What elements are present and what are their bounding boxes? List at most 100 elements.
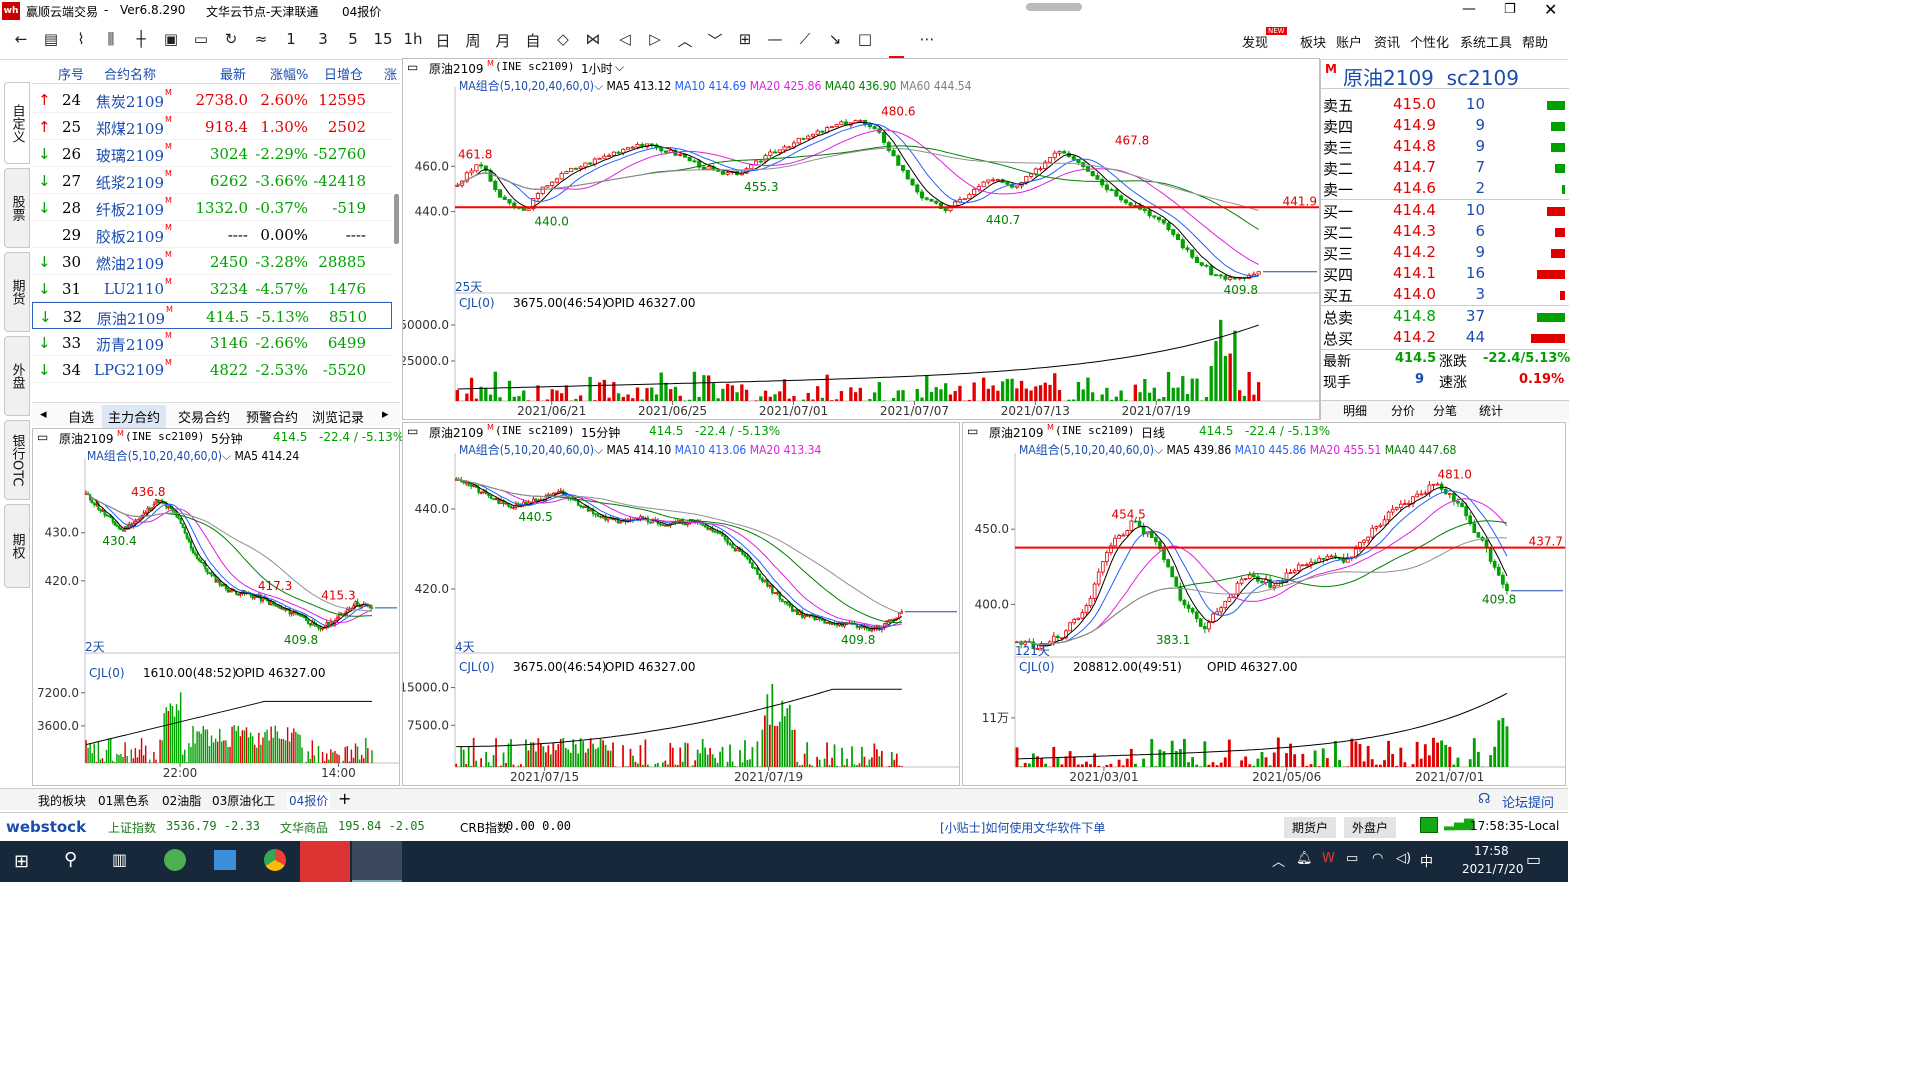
order-book-row[interactable]: 卖三 414.8 9 bbox=[1321, 136, 1569, 157]
table-row[interactable]: ↓ 27 纸浆2109 M 6262 -3.66% -42418 bbox=[32, 167, 392, 194]
quote-tab-stats[interactable]: 统计 bbox=[1479, 402, 1503, 419]
wh6-app-icon[interactable] bbox=[352, 841, 402, 882]
chart-menu-icon[interactable]: ▭ bbox=[967, 424, 978, 438]
tray-wps-icon[interactable]: W bbox=[1322, 851, 1335, 866]
row-name[interactable]: LU2110 bbox=[94, 280, 164, 298]
search-icon[interactable]: ⚲ bbox=[64, 849, 77, 870]
table-row[interactable]: ↓ 32 原油2109 M 414.5 -5.13% 8510 bbox=[32, 302, 392, 329]
order-book-row[interactable]: 买四 414.1 16 bbox=[1321, 263, 1569, 284]
subtab-trading-contracts[interactable]: 交易合约 bbox=[178, 407, 230, 426]
ime-indicator[interactable]: 中 bbox=[1420, 851, 1433, 870]
table-row[interactable]: ↓ 28 纤板2109 M 1332.0 -0.37% -519 bbox=[32, 194, 392, 221]
menu-personalize[interactable]: 个性化 bbox=[1410, 32, 1449, 51]
layout-grid-icon[interactable]: ⊞ bbox=[734, 30, 756, 48]
slant-tool-icon[interactable]: ↘ bbox=[824, 30, 846, 48]
row-name[interactable]: 焦炭2109 bbox=[94, 91, 164, 112]
tray-bell-icon[interactable]: 🔔︎ bbox=[1296, 851, 1313, 866]
col-chg[interactable]: 涨幅% bbox=[270, 64, 308, 83]
table-row[interactable]: ↑ 24 焦炭2109 M 2738.0 2.60% 12595 bbox=[32, 86, 392, 113]
chart-5m-canvas[interactable]: 430.0 420.0 436.8 430.4 417.3 415.3 409.8 2天 CJL… bbox=[33, 445, 399, 785]
col-oi[interactable]: 日增仓 bbox=[324, 64, 363, 83]
vtab-custom[interactable]: 自定义 bbox=[4, 82, 30, 164]
more-icon[interactable]: ⋯ bbox=[916, 30, 938, 48]
subtab-alert-contracts[interactable]: 预警合约 bbox=[246, 407, 298, 426]
row-name[interactable]: 胶板2109 bbox=[94, 226, 164, 247]
table-row[interactable]: ↓ 30 燃油2109 M 2450 -3.28% 28885 bbox=[32, 248, 392, 275]
add-board-button[interactable]: + bbox=[338, 789, 351, 808]
chart-15m-canvas[interactable]: 440.0 420.0 440.5 409.8 4天 CJL(0) 3675.00(46:5… bbox=[403, 439, 959, 785]
title-scroll-handle[interactable] bbox=[1026, 3, 1082, 11]
app-red-icon[interactable] bbox=[300, 841, 350, 882]
tray-wifi-icon[interactable]: ◠ bbox=[1372, 851, 1383, 866]
period-3[interactable]: 3 bbox=[312, 30, 334, 48]
row-name[interactable]: 郑煤2109 bbox=[94, 118, 164, 139]
taskbar-time[interactable]: 17:58 bbox=[1474, 844, 1509, 858]
table-scrollbar[interactable] bbox=[394, 194, 399, 244]
period-1[interactable]: 1 bbox=[280, 30, 302, 48]
bars-icon[interactable]: ┼ bbox=[130, 30, 152, 48]
tray-volume-icon[interactable]: ◁) bbox=[1396, 851, 1411, 866]
row-name[interactable]: 燃油2109 bbox=[94, 253, 164, 274]
table-row[interactable]: 29 胶板2109 M ---- 0.00% ---- bbox=[32, 221, 392, 248]
vtab-bank-otc[interactable]: 银行OTC bbox=[4, 420, 30, 500]
chart-15m[interactable]: ▭ 原油2109 M (INE sc2109) 15分钟 414.5 -22.4… bbox=[402, 422, 960, 786]
vtab-stocks[interactable]: 股票 bbox=[4, 168, 30, 248]
foreign-account-button[interactable]: 外盘户 bbox=[1344, 817, 1397, 838]
board-tab-01[interactable]: 01黑色系 bbox=[98, 792, 149, 809]
period-day[interactable]: 日 bbox=[432, 30, 454, 51]
arrow-up-icon[interactable]: ︿ bbox=[674, 30, 696, 51]
list-icon[interactable]: ▤ bbox=[40, 30, 62, 48]
order-book-row[interactable]: 买一 414.4 10 bbox=[1321, 200, 1569, 221]
board-tab-03[interactable]: 03原油化工 bbox=[212, 792, 275, 809]
chart-menu-icon[interactable]: ▭ bbox=[37, 430, 48, 444]
board-tab-02[interactable]: 02油脂 bbox=[162, 792, 201, 809]
col-last[interactable]: 最新 bbox=[220, 64, 246, 83]
close-icon[interactable]: ✕ bbox=[1544, 0, 1557, 19]
vtab-options[interactable]: 期权 bbox=[4, 504, 30, 588]
app-green-icon[interactable] bbox=[164, 849, 186, 871]
chevron-down-icon[interactable]: ⌵ bbox=[615, 60, 624, 75]
order-book-row[interactable]: 买三 414.2 9 bbox=[1321, 242, 1569, 263]
chart-menu-icon[interactable]: ▭ bbox=[407, 424, 418, 438]
subtab-history[interactable]: 浏览记录 bbox=[312, 407, 364, 426]
panel-icon[interactable]: ▣ bbox=[160, 30, 182, 48]
tray-battery-icon[interactable]: ▭ bbox=[1346, 851, 1358, 866]
refresh-icon[interactable]: ↻ bbox=[220, 30, 242, 48]
period-custom[interactable]: 自 bbox=[522, 30, 544, 51]
quote-tab-ticks[interactable]: 分笔 bbox=[1433, 402, 1457, 419]
row-name[interactable]: 纤板2109 bbox=[94, 199, 164, 220]
row-name[interactable]: 玻璃2109 bbox=[94, 145, 164, 166]
chart-1h-canvas[interactable]: 460.0 440.0 461.8 480.6 467.8 455.3 440.0 440.7… bbox=[403, 75, 1319, 419]
tray-chevron-icon[interactable]: ︿ bbox=[1272, 851, 1285, 870]
menu-help[interactable]: 帮助 bbox=[1522, 32, 1548, 51]
board-tab-04[interactable]: 04报价 bbox=[287, 792, 331, 809]
notification-icon[interactable]: ▭ bbox=[1526, 850, 1541, 869]
row-name[interactable]: 沥青2109 bbox=[94, 334, 164, 355]
arrow-right-icon[interactable]: ▷ bbox=[644, 30, 666, 48]
table-row[interactable]: ↓ 34 LPG2109 M 4822 -2.53% -5520 bbox=[32, 356, 392, 383]
period-1h[interactable]: 1h bbox=[402, 30, 424, 48]
order-book-row[interactable]: 总卖 414.8 37 bbox=[1321, 306, 1569, 327]
tick-chart-icon[interactable]: ≈ bbox=[250, 30, 272, 48]
row-name[interactable]: 纸浆2109 bbox=[94, 172, 164, 193]
app-news-icon[interactable] bbox=[214, 850, 236, 870]
arrow-left-icon[interactable]: ◁ bbox=[614, 30, 636, 48]
quote-tab-price[interactable]: 分价 bbox=[1391, 402, 1415, 419]
tip-link[interactable]: [小贴士]如何使用文华软件下单 bbox=[940, 819, 1105, 836]
forum-link[interactable]: 论坛提问 bbox=[1502, 792, 1554, 811]
task-view-icon[interactable]: ▥ bbox=[112, 850, 127, 869]
order-book-row[interactable]: 买五 414.0 3 bbox=[1321, 284, 1569, 305]
subtab-prev-icon[interactable]: ◂ bbox=[40, 407, 47, 422]
chart-daily[interactable]: ▭ 原油2109 M (INE sc2109) 日线 414.5 -22.4 /… bbox=[962, 422, 1566, 786]
col-more[interactable]: 涨 bbox=[384, 64, 397, 83]
hline-tool-icon[interactable]: — bbox=[764, 30, 786, 48]
chart-1h[interactable]: ▭ 原油2109 M (INE sc2109) 1小时 ⌵ MA组合(5,10,… bbox=[402, 58, 1320, 420]
menu-news[interactable]: 资讯 bbox=[1374, 32, 1400, 51]
order-book-row[interactable]: 卖四 414.9 9 bbox=[1321, 115, 1569, 136]
menu-system-tools[interactable]: 系统工具 bbox=[1460, 32, 1512, 51]
period-5[interactable]: 5 bbox=[342, 30, 364, 48]
chart-5m[interactable]: ▭ 原油2109 M (INE sc2109) 5分钟 414.5 -22.4 … bbox=[32, 428, 404, 786]
table-row[interactable]: ↓ 31 LU2110 M 3234 -4.57% 1476 bbox=[32, 275, 392, 302]
minimize-icon[interactable]: — bbox=[1462, 1, 1476, 17]
arrow-down-icon[interactable]: ﹀ bbox=[704, 30, 726, 51]
